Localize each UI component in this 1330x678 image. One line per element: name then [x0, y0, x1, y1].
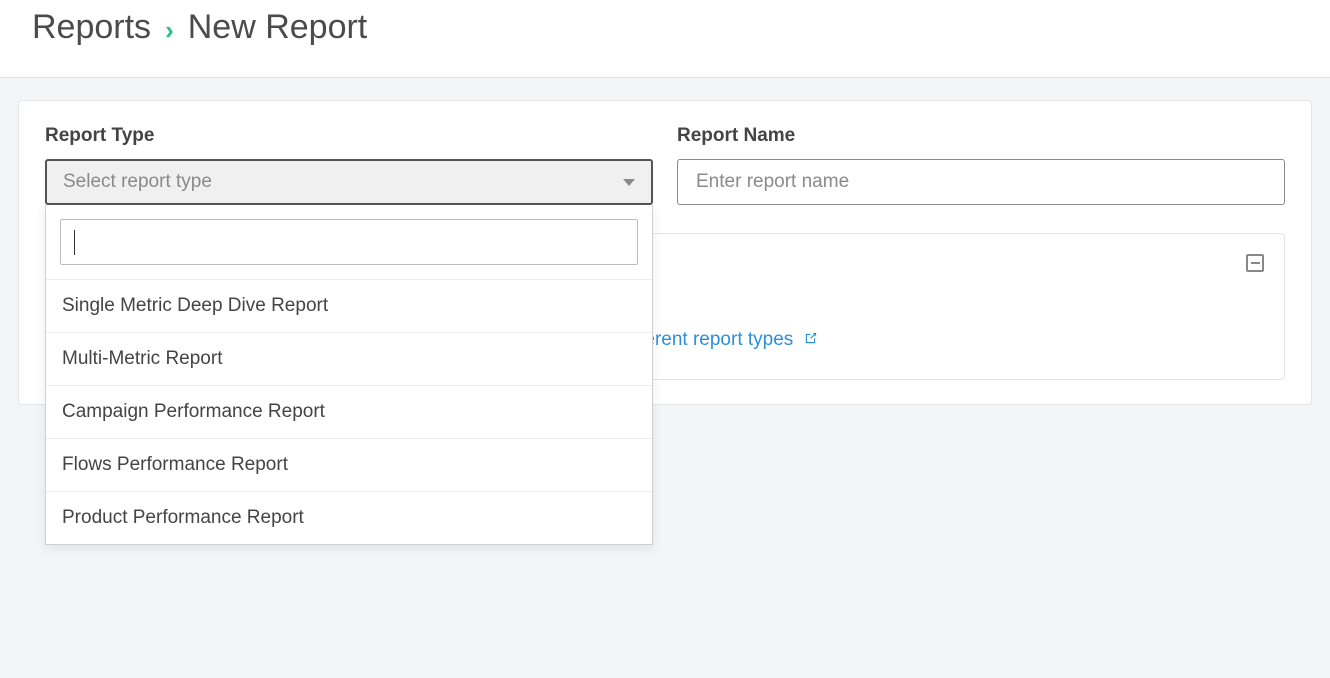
page-body: Report Type Select report type Single Me…: [0, 78, 1330, 678]
dropdown-search-input[interactable]: [60, 219, 638, 265]
text-cursor-icon: [74, 230, 75, 255]
dropdown-option[interactable]: Product Performance Report: [46, 491, 652, 544]
report-type-select[interactable]: Select report type: [45, 159, 653, 205]
dropdown-option[interactable]: Campaign Performance Report: [46, 385, 652, 438]
report-name-field: Report Name: [677, 125, 1285, 205]
dropdown-option[interactable]: Multi-Metric Report: [46, 332, 652, 385]
dropdown-option[interactable]: Flows Performance Report: [46, 438, 652, 491]
breadcrumb-root[interactable]: Reports: [32, 8, 151, 47]
report-type-field: Report Type Select report type Single Me…: [45, 125, 653, 205]
dropdown-search-wrap: [46, 205, 652, 279]
caret-down-icon: [623, 179, 635, 186]
page-header: Reports › New Report: [0, 0, 1330, 78]
report-type-label: Report Type: [45, 125, 653, 147]
breadcrumb-current: New Report: [188, 8, 368, 47]
breadcrumb: Reports › New Report: [32, 8, 1298, 47]
form-row: Report Type Select report type Single Me…: [45, 125, 1285, 205]
report-type-placeholder: Select report type: [63, 171, 212, 193]
dropdown-option[interactable]: Single Metric Deep Dive Report: [46, 279, 652, 332]
report-name-label: Report Name: [677, 125, 1285, 147]
report-name-input[interactable]: [677, 159, 1285, 205]
external-link-icon: [803, 331, 818, 346]
report-config-card: Report Type Select report type Single Me…: [18, 100, 1312, 405]
chevron-right-icon: ›: [165, 17, 174, 43]
report-type-dropdown: Single Metric Deep Dive Report Multi-Met…: [45, 205, 653, 545]
collapse-icon[interactable]: [1246, 254, 1264, 272]
